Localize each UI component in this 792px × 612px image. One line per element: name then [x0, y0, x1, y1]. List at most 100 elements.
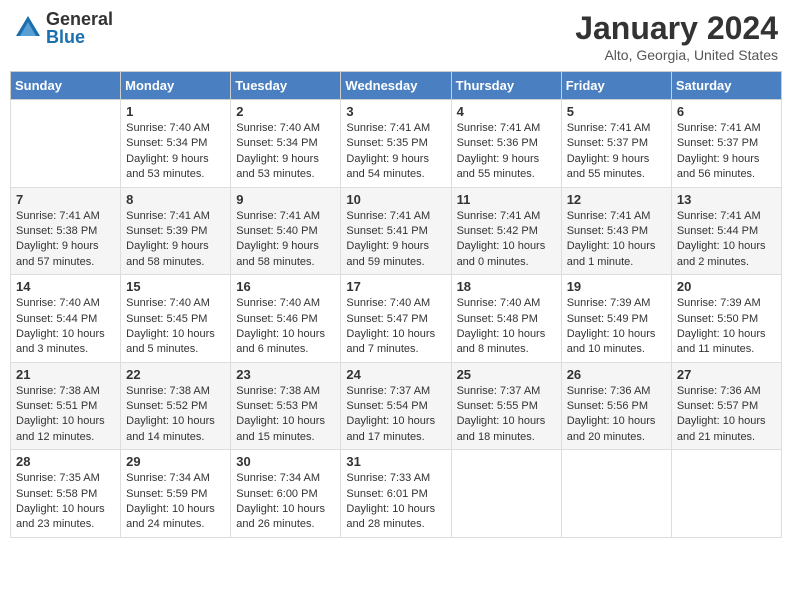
- day-number: 2: [236, 104, 335, 119]
- day-number: 3: [346, 104, 445, 119]
- day-number: 20: [677, 279, 776, 294]
- location: Alto, Georgia, United States: [575, 47, 778, 63]
- day-info: Sunrise: 7:40 AMSunset: 5:45 PMDaylight:…: [126, 296, 225, 358]
- day-info: Sunrise: 7:41 AMSunset: 5:37 PMDaylight:…: [567, 121, 666, 183]
- day-info: Sunrise: 7:41 AMSunset: 5:42 PMDaylight:…: [457, 209, 556, 271]
- calendar-cell: 27Sunrise: 7:36 AMSunset: 5:57 PMDayligh…: [671, 362, 781, 450]
- day-number: 22: [126, 367, 225, 382]
- weekday-header-saturday: Saturday: [671, 72, 781, 100]
- day-info: Sunrise: 7:34 AMSunset: 6:00 PMDaylight:…: [236, 471, 335, 533]
- day-number: 29: [126, 454, 225, 469]
- logo-icon: [14, 14, 42, 42]
- day-info: Sunrise: 7:40 AMSunset: 5:46 PMDaylight:…: [236, 296, 335, 358]
- day-number: 5: [567, 104, 666, 119]
- day-info: Sunrise: 7:41 AMSunset: 5:43 PMDaylight:…: [567, 209, 666, 271]
- weekday-header-monday: Monday: [121, 72, 231, 100]
- day-number: 23: [236, 367, 335, 382]
- calendar-week-3: 14 Sunrise: 7:40 AMSunset: 5:44 PMDayligh…: [11, 275, 782, 363]
- calendar-cell: [11, 100, 121, 188]
- calendar-cell: 11 Sunrise: 7:41 AMSunset: 5:42 PMDayligh…: [451, 187, 561, 275]
- weekday-header-friday: Friday: [561, 72, 671, 100]
- calendar-cell: 6 Sunrise: 7:41 AMSunset: 5:37 PMDaylight…: [671, 100, 781, 188]
- weekday-header-tuesday: Tuesday: [231, 72, 341, 100]
- day-info: Sunrise: 7:40 AMSunset: 5:44 PMDaylight:…: [16, 296, 115, 358]
- calendar-cell: 2 Sunrise: 7:40 AMSunset: 5:34 PMDaylight…: [231, 100, 341, 188]
- month-title: January 2024: [575, 10, 778, 47]
- day-info: Sunrise: 7:41 AMSunset: 5:39 PMDaylight:…: [126, 209, 225, 271]
- day-info: Sunrise: 7:40 AMSunset: 5:34 PMDaylight:…: [126, 121, 225, 183]
- day-info: Sunrise: 7:36 AMSunset: 5:57 PMDaylight:…: [677, 384, 776, 446]
- day-info: Sunrise: 7:36 AMSunset: 5:56 PMDaylight:…: [567, 384, 666, 446]
- day-info: Sunrise: 7:37 AMSunset: 5:54 PMDaylight:…: [346, 384, 445, 446]
- title-block: January 2024 Alto, Georgia, United State…: [575, 10, 778, 63]
- calendar-cell: 28 Sunrise: 7:35 AMSunset: 5:58 PMDayligh…: [11, 450, 121, 538]
- day-number: 17: [346, 279, 445, 294]
- day-number: 16: [236, 279, 335, 294]
- day-number: 6: [677, 104, 776, 119]
- day-number: 31: [346, 454, 445, 469]
- day-number: 13: [677, 192, 776, 207]
- day-info: Sunrise: 7:39 AMSunset: 5:50 PMDaylight:…: [677, 296, 776, 358]
- day-info: Sunrise: 7:41 AMSunset: 5:44 PMDaylight:…: [677, 209, 776, 271]
- day-number: 12: [567, 192, 666, 207]
- day-info: Sunrise: 7:35 AMSunset: 5:58 PMDaylight:…: [16, 471, 115, 533]
- day-number: 8: [126, 192, 225, 207]
- calendar-cell: 17Sunrise: 7:40 AMSunset: 5:47 PMDayligh…: [341, 275, 451, 363]
- calendar-week-1: 1Sunrise: 7:40 AMSunset: 5:34 PMDaylight…: [11, 100, 782, 188]
- calendar-week-2: 7Sunrise: 7:41 AMSunset: 5:38 PMDaylight…: [11, 187, 782, 275]
- calendar-cell: 7Sunrise: 7:41 AMSunset: 5:38 PMDaylight…: [11, 187, 121, 275]
- calendar-week-4: 21 Sunrise: 7:38 AMSunset: 5:51 PMDayligh…: [11, 362, 782, 450]
- day-number: 9: [236, 192, 335, 207]
- day-number: 10: [346, 192, 445, 207]
- day-number: 30: [236, 454, 335, 469]
- weekday-header-row: SundayMondayTuesdayWednesdayThursdayFrid…: [11, 72, 782, 100]
- calendar-cell: 10Sunrise: 7:41 AMSunset: 5:41 PMDayligh…: [341, 187, 451, 275]
- calendar-cell: 13 Sunrise: 7:41 AMSunset: 5:44 PMDayligh…: [671, 187, 781, 275]
- calendar-cell: 29 Sunrise: 7:34 AMSunset: 5:59 PMDayligh…: [121, 450, 231, 538]
- logo-text: General Blue: [46, 10, 113, 46]
- calendar-cell: 31 Sunrise: 7:33 AMSunset: 6:01 PMDayligh…: [341, 450, 451, 538]
- day-number: 11: [457, 192, 556, 207]
- calendar-cell: 16 Sunrise: 7:40 AMSunset: 5:46 PMDayligh…: [231, 275, 341, 363]
- day-number: 26: [567, 367, 666, 382]
- calendar-cell: 1Sunrise: 7:40 AMSunset: 5:34 PMDaylight…: [121, 100, 231, 188]
- logo: General Blue: [14, 10, 113, 46]
- calendar-cell: 8 Sunrise: 7:41 AMSunset: 5:39 PMDaylight…: [121, 187, 231, 275]
- logo-general: General: [46, 10, 113, 28]
- calendar-cell: 30 Sunrise: 7:34 AMSunset: 6:00 PMDayligh…: [231, 450, 341, 538]
- weekday-header-sunday: Sunday: [11, 72, 121, 100]
- calendar-cell: 22Sunrise: 7:38 AMSunset: 5:52 PMDayligh…: [121, 362, 231, 450]
- day-info: Sunrise: 7:41 AMSunset: 5:38 PMDaylight:…: [16, 209, 115, 271]
- day-number: 14: [16, 279, 115, 294]
- day-info: Sunrise: 7:38 AMSunset: 5:53 PMDaylight:…: [236, 384, 335, 446]
- calendar-cell: 15 Sunrise: 7:40 AMSunset: 5:45 PMDayligh…: [121, 275, 231, 363]
- calendar-cell: [671, 450, 781, 538]
- calendar-cell: 14 Sunrise: 7:40 AMSunset: 5:44 PMDayligh…: [11, 275, 121, 363]
- calendar-cell: 9 Sunrise: 7:41 AMSunset: 5:40 PMDaylight…: [231, 187, 341, 275]
- day-info: Sunrise: 7:40 AMSunset: 5:48 PMDaylight:…: [457, 296, 556, 358]
- day-info: Sunrise: 7:41 AMSunset: 5:40 PMDaylight:…: [236, 209, 335, 271]
- day-info: Sunrise: 7:38 AMSunset: 5:51 PMDaylight:…: [16, 384, 115, 446]
- calendar-week-5: 28 Sunrise: 7:35 AMSunset: 5:58 PMDayligh…: [11, 450, 782, 538]
- day-info: Sunrise: 7:37 AMSunset: 5:55 PMDaylight:…: [457, 384, 556, 446]
- day-info: Sunrise: 7:41 AMSunset: 5:37 PMDaylight:…: [677, 121, 776, 183]
- calendar-cell: 12 Sunrise: 7:41 AMSunset: 5:43 PMDayligh…: [561, 187, 671, 275]
- day-number: 18: [457, 279, 556, 294]
- day-info: Sunrise: 7:33 AMSunset: 6:01 PMDaylight:…: [346, 471, 445, 533]
- day-info: Sunrise: 7:34 AMSunset: 5:59 PMDaylight:…: [126, 471, 225, 533]
- day-number: 21: [16, 367, 115, 382]
- calendar-cell: 3 Sunrise: 7:41 AMSunset: 5:35 PMDaylight…: [341, 100, 451, 188]
- day-info: Sunrise: 7:41 AMSunset: 5:35 PMDaylight:…: [346, 121, 445, 183]
- day-number: 19: [567, 279, 666, 294]
- day-number: 15: [126, 279, 225, 294]
- calendar-cell: 21 Sunrise: 7:38 AMSunset: 5:51 PMDayligh…: [11, 362, 121, 450]
- calendar-table: SundayMondayTuesdayWednesdayThursdayFrid…: [10, 71, 782, 538]
- calendar-cell: 4Sunrise: 7:41 AMSunset: 5:36 PMDaylight…: [451, 100, 561, 188]
- page-header: General Blue January 2024 Alto, Georgia,…: [10, 10, 782, 63]
- day-info: Sunrise: 7:39 AMSunset: 5:49 PMDaylight:…: [567, 296, 666, 358]
- calendar-cell: 20 Sunrise: 7:39 AMSunset: 5:50 PMDayligh…: [671, 275, 781, 363]
- calendar-cell: 5 Sunrise: 7:41 AMSunset: 5:37 PMDaylight…: [561, 100, 671, 188]
- day-info: Sunrise: 7:40 AMSunset: 5:34 PMDaylight:…: [236, 121, 335, 183]
- day-number: 28: [16, 454, 115, 469]
- day-number: 25: [457, 367, 556, 382]
